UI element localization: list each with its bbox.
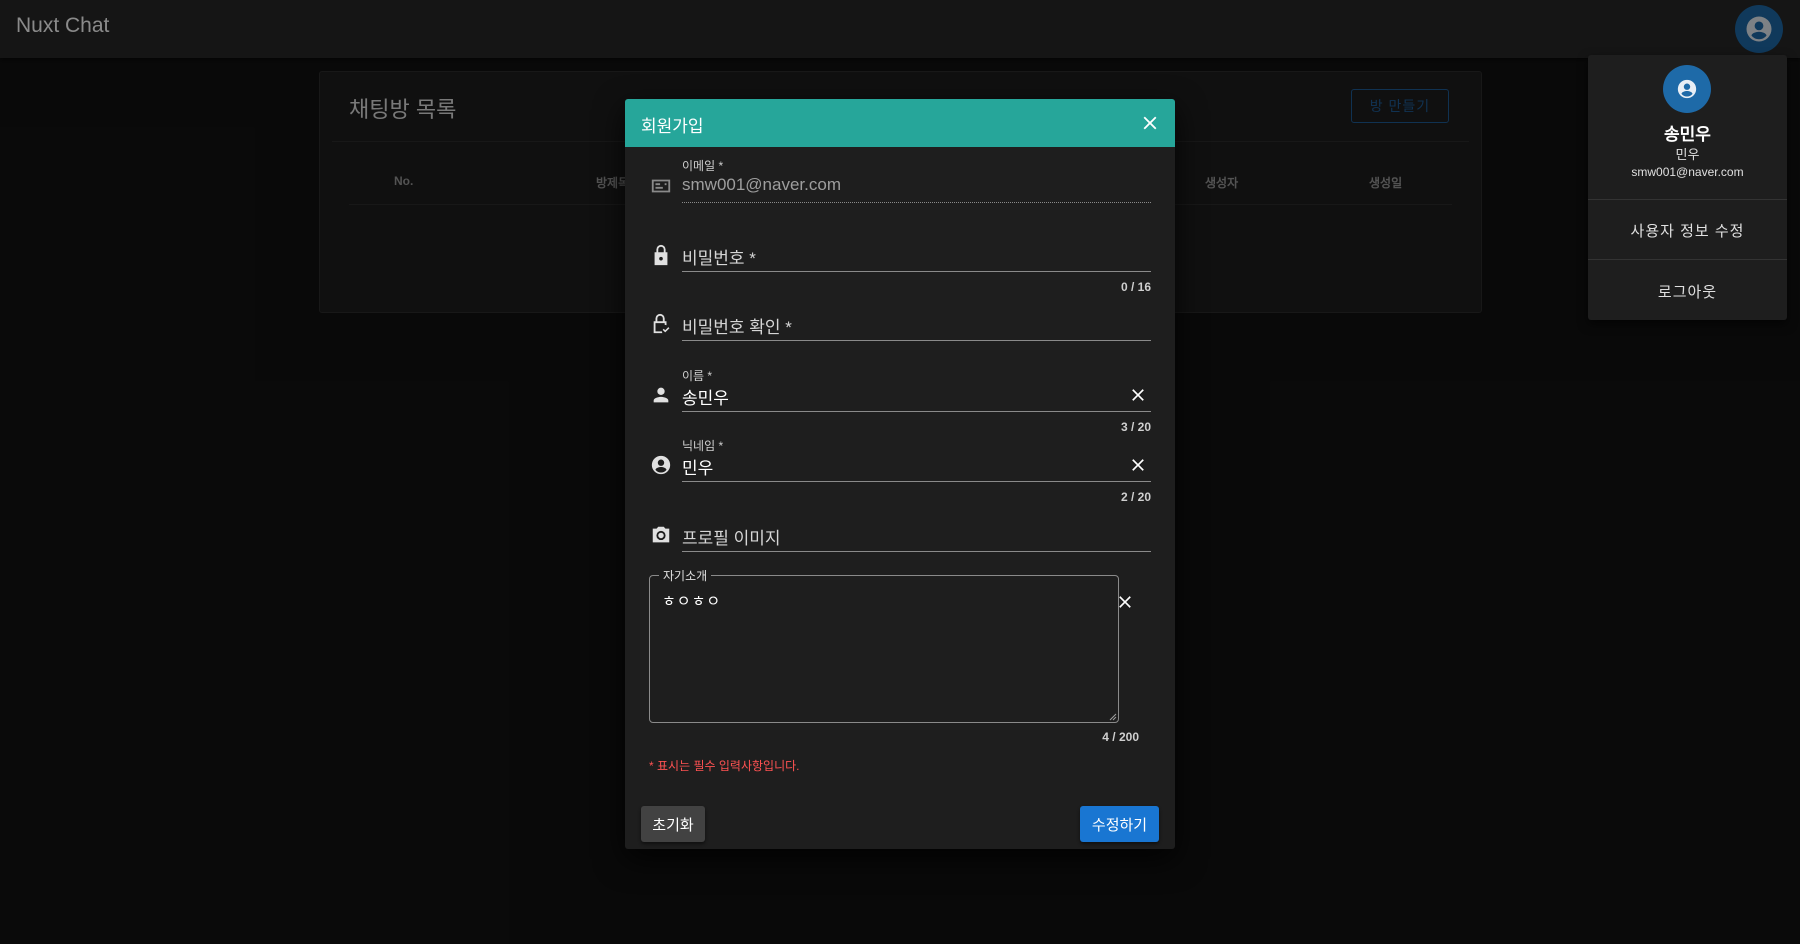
submit-button[interactable]: 수정하기 [1080, 806, 1159, 842]
email-field: smw001@naver.com [682, 175, 841, 194]
user-menu: 송민우 민우 smw001@naver.com 사용자 정보 수정 로그아웃 [1588, 55, 1787, 320]
menu-user-email: smw001@naver.com [1631, 165, 1744, 179]
password-input[interactable]: 비밀번호 * [682, 244, 756, 269]
bio-counter: 4 / 200 [1102, 730, 1139, 744]
menu-divider [1588, 259, 1787, 260]
menu-item-logout[interactable]: 로그아웃 [1588, 281, 1787, 302]
account-circle-icon [650, 454, 672, 476]
close-icon[interactable] [1128, 455, 1148, 475]
dialog-header: 회원가입 [625, 99, 1175, 147]
name-label: 이름 * [682, 369, 713, 383]
profile-image-input[interactable]: 프로필 이미지 [682, 524, 781, 549]
menu-item-edit-profile[interactable]: 사용자 정보 수정 [1588, 220, 1787, 241]
menu-divider [1588, 199, 1787, 200]
profile-image-underline [682, 551, 1151, 552]
password-underline [682, 271, 1151, 272]
nickname-underline [682, 481, 1151, 482]
lock-icon [650, 244, 672, 266]
reset-button[interactable]: 초기화 [641, 806, 705, 842]
nickname-label: 닉네임 * [682, 439, 724, 453]
menu-user-nickname: 민우 [1675, 147, 1700, 162]
password-confirm-underline [682, 340, 1151, 341]
nickname-input[interactable]: 민우 [682, 454, 713, 479]
menu-user-name: 송민우 [1664, 125, 1711, 144]
nickname-counter: 2 / 20 [1120, 490, 1151, 504]
account-circle-icon [1677, 79, 1697, 99]
dialog-title: 회원가입 [641, 117, 704, 136]
signup-dialog: 회원가입 이메일 * smw001@naver.com 비밀번호 * 0 / 1… [625, 99, 1175, 849]
email-label: 이메일 * [682, 159, 724, 173]
name-counter: 3 / 20 [1120, 420, 1151, 434]
resize-handle-icon[interactable] [1107, 711, 1117, 721]
password-counter: 0 / 16 [1120, 280, 1151, 294]
person-icon [650, 384, 672, 406]
menu-avatar [1663, 65, 1711, 113]
card-account-icon [650, 175, 672, 197]
camera-icon[interactable] [650, 524, 672, 546]
name-underline [682, 411, 1151, 412]
close-icon[interactable] [1115, 592, 1135, 612]
bio-value[interactable]: ㅎㅇㅎㅇ [662, 590, 721, 611]
name-input[interactable]: 송민우 [682, 384, 729, 409]
email-underline [682, 202, 1151, 203]
close-icon[interactable] [1139, 112, 1161, 134]
close-icon[interactable] [1128, 385, 1148, 405]
lock-check-icon [650, 313, 672, 335]
password-confirm-input[interactable]: 비밀번호 확인 * [682, 313, 792, 338]
bio-label: 자기소개 [659, 567, 712, 584]
required-note: * 표시는 필수 입력사항입니다. [649, 759, 800, 773]
